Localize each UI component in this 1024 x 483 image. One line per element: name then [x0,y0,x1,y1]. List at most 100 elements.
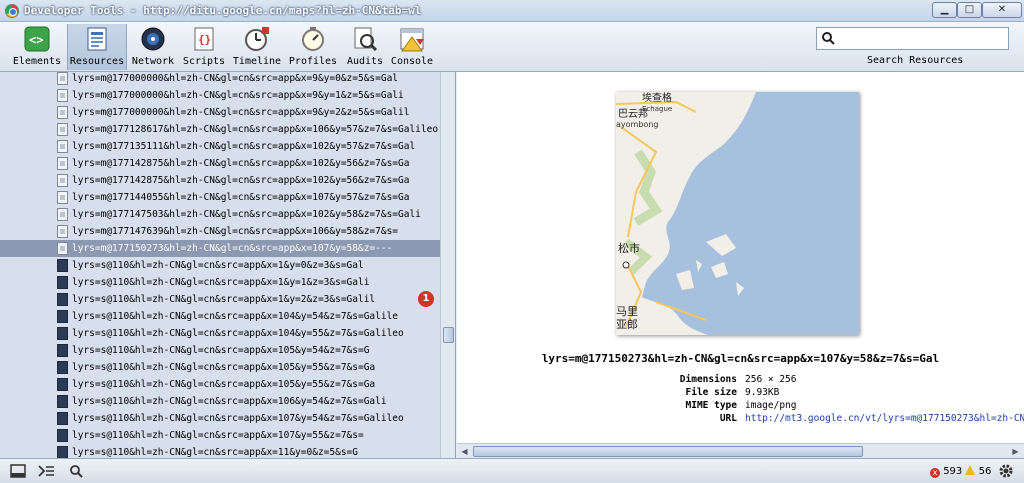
resource-row[interactable]: lyrs=s@110&hl=zh-CN&gl=cn&src=app&x=107&… [0,410,440,427]
resource-row[interactable]: lyrs=s@110&hl=zh-CN&gl=cn&src=app&x=1&y=… [0,291,440,308]
resource-row-selected[interactable]: lyrs=m@177150273&hl=zh-CN&gl=cn&src=app&… [0,240,440,257]
resource-row[interactable]: lyrs=m@177000000&hl=zh-CN&gl=cn&src=app&… [0,72,440,87]
resource-name: lyrs=m@177142875&hl=zh-CN&gl=cn&src=app&… [72,175,410,186]
maximize-button[interactable]: □ [957,2,982,18]
console-drawer-button[interactable] [34,462,58,480]
resource-list-scrollbar[interactable] [440,72,455,458]
meta-key: File size [685,387,737,398]
map-tile-preview: 埃查格 Echague 巴云邦 ayombong 松市 马里 亚郎 [616,92,859,335]
tab-profiles-label: Profiles [288,56,338,67]
scrollbar-thumb[interactable] [473,446,863,457]
svg-text:{}: {} [198,33,211,46]
image-file-icon [57,327,68,340]
resource-preview: 埃查格 Echague 巴云邦 ayombong 松市 马里 亚郎 lyrs=m… [457,72,1024,458]
tab-console[interactable]: Console [390,24,434,70]
map-label: 松市 [618,241,640,255]
resource-name: lyrs=m@177142875&hl=zh-CN&gl=cn&src=app&… [72,158,410,169]
resource-row[interactable]: lyrs=s@110&hl=zh-CN&gl=cn&src=app&x=104&… [0,325,440,342]
tab-timeline[interactable]: Timeline [232,24,282,70]
close-button[interactable]: ✕ [982,2,1022,18]
resource-name: lyrs=s@110&hl=zh-CN&gl=cn&src=app&x=105&… [72,362,376,373]
resource-row[interactable]: lyrs=m@177147503&hl=zh-CN&gl=cn&src=app&… [0,206,440,223]
resource-row[interactable]: lyrs=m@177000000&hl=zh-CN&gl=cn&src=app&… [0,104,440,121]
map-label: 亚郎 [616,317,638,331]
dock-toggle-button[interactable] [6,462,30,480]
tab-audits-label: Audits [346,56,384,67]
resource-row[interactable]: lyrs=s@110&hl=zh-CN&gl=cn&src=app&x=1&y=… [0,257,440,274]
tab-audits[interactable]: Audits [344,24,386,70]
tab-elements[interactable]: <> Elements [8,24,66,70]
resource-row[interactable]: lyrs=s@110&hl=zh-CN&gl=cn&src=app&x=105&… [0,342,440,359]
resource-name: lyrs=s@110&hl=zh-CN&gl=cn&src=app&x=1&y=… [72,260,364,271]
preview-hscrollbar[interactable]: ◀ ▶ [457,443,1024,458]
resource-row[interactable]: lyrs=m@177142875&hl=zh-CN&gl=cn&src=app&… [0,172,440,189]
image-metadata: Dimensions 256 × 256 File size 9.93KB MIME… [657,374,1024,426]
image-file-icon [57,140,68,153]
resource-name: lyrs=s@110&hl=zh-CN&gl=cn&src=app&x=105&… [72,345,370,356]
meta-value: image/png [745,400,797,411]
image-file-icon [57,123,68,136]
image-file-icon [57,259,68,272]
resource-row[interactable]: lyrs=m@177147639&hl=zh-CN&gl=cn&src=app&… [0,223,440,240]
meta-key: URL [719,413,737,424]
image-file-icon [57,89,68,102]
resource-row[interactable]: lyrs=s@110&hl=zh-CN&gl=cn&src=app&x=104&… [0,308,440,325]
scroll-right-arrow[interactable]: ▶ [1009,445,1022,458]
resource-row[interactable]: lyrs=s@110&hl=zh-CN&gl=cn&src=app&x=105&… [0,359,440,376]
map-label: 巴云邦 [618,107,648,120]
tab-scripts[interactable]: {} Scripts [180,24,228,70]
resource-name: lyrs=s@110&hl=zh-CN&gl=cn&src=app&x=1&y=… [72,277,370,288]
resource-row[interactable]: lyrs=m@177135111&hl=zh-CN&gl=cn&src=app&… [0,138,440,155]
devtools-toolbar: <> Elements Resources Network {} Scripts… [0,22,1024,72]
resource-row[interactable]: lyrs=s@110&hl=zh-CN&gl=cn&src=app&x=11&y… [0,444,440,458]
resource-row[interactable]: lyrs=m@177142875&hl=zh-CN&gl=cn&src=app&… [0,155,440,172]
resource-row[interactable]: lyrs=s@110&hl=zh-CN&gl=cn&src=app&x=106&… [0,393,440,410]
image-file-icon [57,191,68,204]
resource-name: lyrs=s@110&hl=zh-CN&gl=cn&src=app&x=11&y… [72,447,358,458]
resource-tree: lyrs=m@177000000&hl=zh-CN&gl=cn&src=app&… [0,72,456,458]
tab-network[interactable]: Network [129,24,177,70]
resource-row[interactable]: lyrs=s@110&hl=zh-CN&gl=cn&src=app&x=107&… [0,427,440,444]
map-label: ayombong [616,120,658,129]
search-caption: Search Resources [867,55,964,66]
image-file-icon [57,412,68,425]
resource-name: lyrs=m@177000000&hl=zh-CN&gl=cn&src=app&… [72,90,404,101]
resource-name: lyrs=m@177135111&hl=zh-CN&gl=cn&src=app&… [72,141,416,152]
resource-name: lyrs=s@110&hl=zh-CN&gl=cn&src=app&x=107&… [72,430,364,441]
resource-row[interactable]: lyrs=m@177144055&hl=zh-CN&gl=cn&src=app&… [0,189,440,206]
scrollbar-thumb[interactable] [443,327,454,343]
resource-name: lyrs=m@177000000&hl=zh-CN&gl=cn&src=app&… [72,107,410,118]
tab-profiles[interactable]: Profiles [288,24,338,70]
resource-row[interactable]: lyrs=s@110&hl=zh-CN&gl=cn&src=app&x=1&y=… [0,274,440,291]
scroll-left-arrow[interactable]: ◀ [458,445,471,458]
chrome-icon [5,4,19,18]
search-icon [821,31,835,45]
image-file-icon [57,242,68,255]
console-icon [398,25,426,53]
image-file-icon [57,361,68,374]
map-label: 马里 [616,305,638,318]
image-file-icon [57,378,68,391]
image-file-icon [57,446,68,458]
resource-name: lyrs=m@177150273&hl=zh-CN&gl=cn&src=app&… [72,243,393,254]
image-file-icon [57,106,68,119]
resource-row[interactable]: lyrs=m@177128617&hl=zh-CN&gl=cn&src=app&… [0,121,440,138]
error-count-badge[interactable]: 1 [418,291,434,307]
meta-value: 9.93KB [745,387,780,398]
meta-key: MIME type [685,400,737,411]
resource-list: lyrs=m@177000000&hl=zh-CN&gl=cn&src=app&… [0,72,440,458]
search-resources-box[interactable] [816,27,1009,50]
image-file-icon [57,72,68,85]
resource-row[interactable]: lyrs=s@110&hl=zh-CN&gl=cn&src=app&x=105&… [0,376,440,393]
image-url-link[interactable]: http://mt3.google.cn/vt/lyrs=m@177150273… [745,413,1024,424]
minimize-button[interactable]: ▁ [932,2,957,18]
inspect-search-button[interactable] [64,462,88,480]
resource-name: lyrs=m@177144055&hl=zh-CN&gl=cn&src=app&… [72,192,410,203]
image-file-icon [57,395,68,408]
search-input[interactable] [839,30,1004,47]
settings-gear-button[interactable] [994,462,1018,480]
console-counts[interactable]: x 593 56 [930,465,991,478]
meta-key: Dimensions [679,374,737,385]
tab-resources[interactable]: Resources [67,24,127,70]
resource-row[interactable]: lyrs=m@177000000&hl=zh-CN&gl=cn&src=app&… [0,87,440,104]
